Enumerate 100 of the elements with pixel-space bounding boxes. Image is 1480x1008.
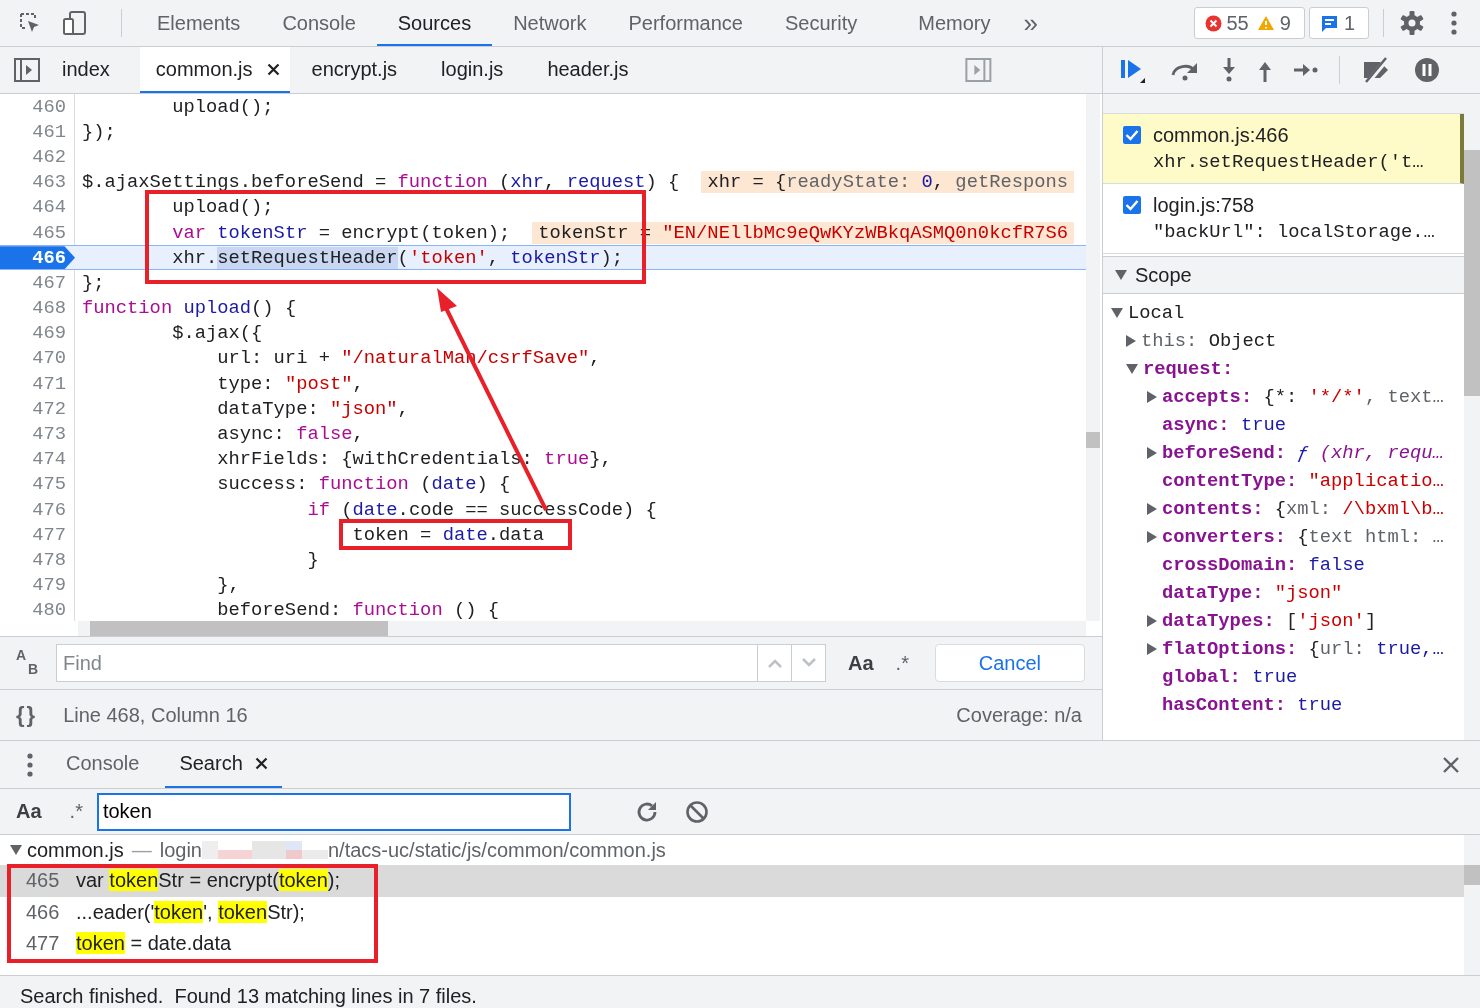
result-line-number: 477 [26, 932, 61, 956]
scope-property: converters: {text html: … [1162, 526, 1444, 548]
line-number: 461 [0, 119, 75, 145]
navigator-toggle-icon[interactable] [14, 58, 40, 82]
breakpoint-item[interactable]: login.js:758 "backUrl": localStorage.… [1103, 184, 1464, 254]
more-tabs-button[interactable]: » [1023, 7, 1038, 39]
search-status: Search finished. Found 13 matching lines in 7 files. [20, 985, 477, 1008]
code-line: success: function (date) { [217, 473, 511, 496]
messages-counter[interactable]: 1 [1308, 7, 1369, 39]
code-line: upload(); [172, 196, 274, 219]
message-icon [1319, 13, 1339, 33]
match-case-button[interactable]: Aa [16, 800, 42, 823]
pretty-print-button[interactable]: {} [16, 702, 38, 728]
replace-toggle[interactable]: AB [14, 648, 42, 678]
scrollbar[interactable] [1464, 94, 1480, 740]
code-line: token = date.data [352, 523, 545, 546]
close-icon[interactable] [254, 757, 268, 770]
clear-icon[interactable] [684, 799, 709, 824]
pause-icon[interactable] [1414, 57, 1440, 83]
result-file-name: common.js [27, 838, 124, 862]
scope-property: crossDomain: false [1162, 554, 1365, 576]
settings-icon[interactable] [1398, 9, 1426, 37]
file-path: login [159, 838, 202, 862]
breakpoint-location: common.js:466 [1153, 124, 1290, 147]
expand-triangle-icon[interactable] [10, 845, 22, 855]
panel-tab[interactable]: Elements [136, 0, 262, 46]
expand-triangle-icon[interactable] [1147, 391, 1157, 403]
scope-property: beforeSend: ƒ (xhr, requ… [1162, 442, 1444, 464]
expand-triangle-icon[interactable] [1111, 308, 1123, 318]
separator-text: — [131, 838, 152, 862]
inline-value: xhr = {readyState: 0, getRespons [701, 171, 1075, 194]
panel-tab[interactable]: Console [261, 0, 377, 46]
line-number: 463 [0, 169, 75, 195]
scrollbar[interactable] [1086, 94, 1100, 621]
message-count: 1 [1343, 11, 1355, 35]
line-number: 460 [0, 94, 75, 120]
expand-triangle-icon[interactable] [1147, 447, 1157, 459]
code-line: if (date.code == successCode) { [307, 498, 657, 521]
line-number: 473 [0, 421, 75, 447]
expand-triangle-icon[interactable] [1115, 270, 1127, 280]
scope-property: global: true [1162, 666, 1298, 688]
code-line: dataType: "json", [217, 397, 409, 420]
file-tab[interactable]: login.js [419, 47, 526, 93]
expand-triangle-icon[interactable] [1126, 364, 1138, 374]
checkbox[interactable] [1123, 196, 1141, 214]
line-number: 479 [0, 572, 75, 598]
breakpoint-item[interactable]: common.js:466 xhr.setRequestHeader('t… [1103, 114, 1464, 184]
expand-triangle-icon[interactable] [1147, 643, 1157, 655]
drawer-tab[interactable]: Console [52, 741, 154, 788]
step-icon[interactable] [1293, 62, 1319, 78]
code-line: }; [82, 271, 105, 294]
file-tab[interactable]: header.js [525, 47, 651, 93]
panel-tab[interactable]: Security [764, 0, 879, 46]
menu-icon[interactable] [1450, 10, 1458, 36]
cursor-position: Line 468, Column 16 [63, 703, 248, 727]
panel-tab[interactable]: Network [492, 0, 608, 46]
panel-tab[interactable]: Performance [607, 0, 764, 46]
drawer-menu-icon[interactable] [26, 751, 34, 778]
cancel-button[interactable]: Cancel [934, 644, 1085, 682]
checkbox[interactable] [1123, 126, 1141, 144]
file-tab[interactable]: common.js [139, 47, 290, 93]
line-number: 469 [0, 320, 75, 346]
breakpoint-code: "backUrl": localStorage.… [1153, 221, 1435, 243]
search-result[interactable]: 477 token = date.data [0, 928, 1464, 960]
issues-counter[interactable]: 55 9 [1193, 7, 1305, 39]
scope-property: this: Object [1141, 330, 1277, 352]
scope-property: dataType: "json" [1162, 582, 1343, 604]
regex-button[interactable]: .* [69, 800, 83, 823]
scope-property: Local [1128, 302, 1185, 324]
scope-property: contentType: "applicatio… [1162, 470, 1444, 492]
expand-triangle-icon[interactable] [1147, 615, 1157, 627]
scrollbar[interactable] [1464, 835, 1480, 975]
warning-icon [1256, 15, 1275, 31]
close-icon[interactable] [266, 62, 280, 76]
regex-button[interactable]: .* [895, 651, 909, 675]
line-number: 474 [0, 446, 75, 472]
code-line: }, [217, 574, 240, 597]
scope-property: request: [1143, 358, 1234, 380]
code-line: function upload() { [82, 297, 297, 320]
expand-triangle-icon[interactable] [1126, 335, 1136, 347]
line-number: 466 [0, 246, 75, 270]
line-number: 478 [0, 547, 75, 573]
panel-tab[interactable]: Memory [878, 0, 1012, 46]
file-tab[interactable]: index [62, 47, 140, 93]
file-tab[interactable]: encrypt.js [289, 47, 420, 93]
device-icon[interactable] [61, 10, 89, 36]
scrollbar[interactable] [78, 621, 1086, 636]
match-case-button[interactable]: Aa [848, 651, 874, 675]
expand-triangle-icon[interactable] [1147, 503, 1157, 515]
error-count: 55 [1226, 11, 1249, 35]
line-number: 472 [0, 396, 75, 422]
expand-triangle-icon[interactable] [1147, 531, 1157, 543]
step-into-icon[interactable] [1221, 57, 1237, 83]
coverage-text: Coverage: n/a [956, 703, 1082, 727]
scope-property: accepts: {*: '*/*', text… [1162, 386, 1444, 408]
find-field[interactable]: Find [56, 644, 758, 682]
search-field[interactable]: token [96, 792, 571, 831]
result-line-number: 466 [26, 900, 61, 924]
line-number: 475 [0, 471, 75, 497]
section-header[interactable]: Scope [1103, 256, 1464, 294]
